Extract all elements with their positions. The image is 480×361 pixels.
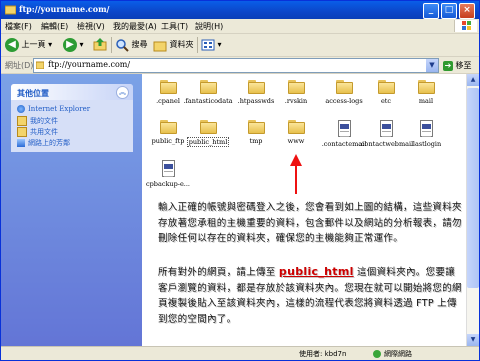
folder-icon — [247, 120, 265, 134]
address-label: 網址(D) — [5, 61, 34, 70]
toolbar-separator — [111, 37, 112, 53]
folders-label: 資料夾 — [169, 40, 194, 49]
status-user: 使用者: kbd7n — [299, 350, 347, 358]
article-paragraph-2: 所有對外的網頁，請上傳至 public_html 這個資料夾內。您要讓客戶瀏覽的… — [158, 264, 464, 327]
menu-tools[interactable]: 工具(T) — [161, 21, 188, 32]
file-name: .lastlogin — [410, 140, 442, 148]
sidebar-item-label: Internet Explorer — [28, 105, 91, 113]
file-name: public_html — [186, 137, 230, 147]
file-icon — [379, 120, 393, 137]
folder-icon — [36, 61, 44, 69]
back-arrow-icon: ◀ — [5, 37, 19, 52]
internet-zone-icon — [373, 350, 381, 358]
up-folder-icon — [93, 38, 107, 51]
file-name: cpbackup-e... — [145, 180, 190, 188]
scroll-thumb[interactable] — [467, 88, 479, 288]
scroll-down-button[interactable]: ▼ — [467, 334, 479, 346]
up-folder-button[interactable] — [93, 37, 107, 53]
back-button[interactable]: ◀ 上一頁 ▾ — [5, 37, 52, 53]
folder-icon — [417, 80, 435, 94]
folders-icon — [153, 41, 167, 51]
folder-icon — [287, 120, 305, 134]
search-label: 搜尋 — [131, 40, 148, 49]
folders-button[interactable]: 資料夾 — [153, 37, 194, 53]
go-label: 移至 — [455, 61, 472, 70]
sidebar-item-internet-explorer[interactable]: Internet Explorer — [17, 105, 90, 113]
toolbar-separator — [197, 37, 198, 53]
title-bar[interactable]: ftp://yourname.com/ _ □ × — [1, 1, 479, 19]
status-zone-label: 網際網路 — [384, 350, 412, 358]
folder-icon — [377, 80, 395, 94]
file-item[interactable]: .lastlogin — [398, 120, 454, 148]
views-button[interactable]: ▾ — [201, 37, 222, 53]
folder-icon — [159, 120, 177, 134]
address-dropdown[interactable]: ▼ — [426, 59, 438, 72]
go-arrow-icon: ➔ — [443, 60, 453, 71]
folder-icon — [199, 80, 217, 94]
folder-icon — [335, 80, 353, 94]
folder-icon — [5, 5, 16, 15]
sidebar-item-label: 共用文件 — [30, 128, 58, 136]
panel-title: 其他位置 — [17, 89, 49, 98]
folder-icon — [287, 80, 305, 94]
folder-icon — [159, 80, 177, 94]
paragraph-text: 所有對外的網頁，請上傳至 — [158, 267, 279, 278]
article-paragraph-1: 輸入正確的帳號與密碼登入之後，您會看到如上圖的結構，這些資料夾存放著您承租的主機… — [158, 202, 462, 244]
menu-favorites[interactable]: 我的最愛(A) — [113, 21, 157, 32]
address-bar: 網址(D) ftp://yourname.com/ ▼ ➔ 移至 — [1, 57, 479, 74]
address-input[interactable]: ftp://yourname.com/ ▼ — [33, 58, 439, 73]
vertical-scrollbar[interactable]: ▲ ▼ — [466, 74, 479, 346]
address-value: ftp://yourname.com/ — [48, 60, 131, 69]
file-icon — [337, 120, 351, 137]
sidebar-item-label: 網路上的芳鄰 — [28, 139, 70, 147]
file-item[interactable]: cpbackup-e... — [142, 160, 196, 188]
explorer-window: ftp://yourname.com/ _ □ × 檔案(F) 編輯(E) 檢視… — [0, 0, 480, 361]
status-bar: 使用者: kbd7n 網際網路 — [1, 346, 479, 360]
menu-help[interactable]: 說明(H) — [195, 21, 223, 32]
menu-bar: 檔案(F) 編輯(E) 檢視(V) 我的最愛(A) 工具(T) 說明(H) — [1, 19, 479, 34]
go-button[interactable]: ➔ 移至 — [443, 60, 472, 71]
maximize-button[interactable]: □ — [441, 3, 457, 19]
search-button[interactable]: 搜尋 — [115, 37, 148, 53]
file-icon — [419, 120, 433, 137]
sidebar-item-my-documents[interactable]: 我的文件 — [17, 116, 58, 126]
back-label: 上一頁 — [21, 40, 46, 49]
folder-icon — [199, 120, 217, 134]
close-button[interactable]: × — [459, 3, 475, 19]
views-icon — [201, 39, 215, 50]
task-pane: 其他位置 ︽ Internet Explorer 我的文件 共用文件 網路上的芳… — [1, 74, 142, 346]
forward-arrow-icon: ▶ — [63, 37, 77, 52]
sidebar-item-shared-documents[interactable]: 共用文件 — [17, 127, 58, 137]
forward-button[interactable]: ▶ ▾ — [63, 37, 84, 53]
sidebar-item-label: 我的文件 — [30, 117, 58, 125]
collapse-chevron-icon[interactable]: ︽ — [116, 86, 129, 99]
ie-icon — [17, 105, 25, 113]
folder-item[interactable]: mail — [398, 80, 454, 105]
menu-file[interactable]: 檔案(F) — [5, 21, 32, 32]
file-name: mail — [418, 97, 434, 105]
search-icon — [116, 38, 129, 52]
windows-logo — [454, 20, 477, 32]
network-icon — [17, 139, 25, 147]
status-zone: 網際網路 — [373, 349, 412, 359]
shared-documents-icon — [17, 127, 27, 137]
panel-header[interactable]: 其他位置 ︽ — [11, 84, 133, 100]
highlight-keyword: public_html — [278, 265, 354, 278]
red-arrow-icon — [290, 154, 302, 194]
window-title: ftp://yourname.com/ — [19, 4, 110, 14]
scroll-up-button[interactable]: ▲ — [467, 74, 479, 86]
sidebar-item-network-places[interactable]: 網路上的芳鄰 — [17, 138, 70, 148]
file-icon — [161, 160, 175, 177]
folder-icon — [247, 80, 265, 94]
menu-edit[interactable]: 編輯(E) — [41, 21, 68, 32]
minimize-button[interactable]: _ — [423, 3, 439, 19]
toolbar: ◀ 上一頁 ▾ ▶ ▾ 搜尋 資料夾 ▾ — [1, 34, 479, 57]
menu-view[interactable]: 檢視(V) — [77, 21, 105, 32]
other-places-panel: 其他位置 ︽ Internet Explorer 我的文件 共用文件 網路上的芳… — [11, 84, 133, 152]
file-view: .cpanel .fantasticodata .htpasswds .rvskin a… — [142, 74, 466, 346]
my-documents-icon — [17, 116, 27, 126]
